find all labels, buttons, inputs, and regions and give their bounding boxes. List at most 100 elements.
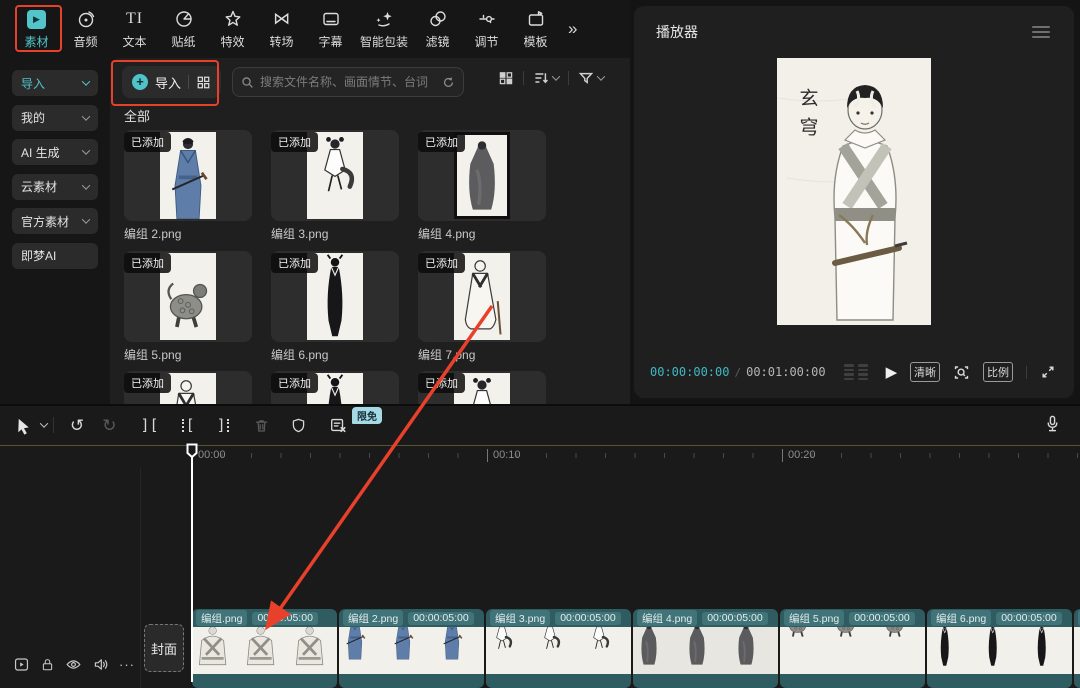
- limited-free-badge: 限免: [352, 407, 382, 424]
- speaker-icon[interactable]: [92, 656, 109, 673]
- timeline-clip[interactable]: 编组 4.png 00:00:05:00: [633, 609, 778, 688]
- media-play-icon: ▶: [27, 10, 46, 29]
- clip-name: 编组 6.png: [931, 610, 991, 626]
- effects-star-icon: [223, 9, 243, 30]
- clip-name: 编组 4.png: [637, 610, 697, 626]
- player-title: 播放器: [656, 22, 698, 42]
- timeline-clip[interactable]: 编组.png00:00:05:00: [192, 609, 337, 688]
- tab-filter[interactable]: 滤镜: [413, 9, 462, 50]
- sidebar-item-mine[interactable]: 我的: [12, 105, 98, 131]
- search-bar[interactable]: [232, 67, 464, 97]
- text-mute-icon[interactable]: [329, 416, 347, 434]
- ruler-label: 00:20: [782, 449, 816, 462]
- added-badge: 已添加: [124, 253, 171, 273]
- focus-zoom-icon[interactable]: [953, 364, 970, 381]
- chevron-down-icon: [82, 112, 90, 120]
- clip-duration: 00:00:05:00: [702, 612, 767, 625]
- microphone-icon[interactable]: [1043, 414, 1062, 433]
- search-icon: [241, 76, 254, 89]
- toolbar-more-icon[interactable]: »: [568, 19, 577, 39]
- media-card[interactable]: 已添加: [271, 251, 399, 342]
- split-keep-left-icon[interactable]: ]: [217, 416, 231, 434]
- added-badge: 已添加: [418, 253, 465, 273]
- material-library-icon[interactable]: [196, 75, 211, 90]
- more-options-icon[interactable]: ···: [119, 657, 135, 672]
- tab-smart-pack[interactable]: 智能包装: [355, 9, 413, 50]
- media-card[interactable]: 已添加: [124, 251, 252, 342]
- asset-workspace: ▶ 素材 音频 TI 文本 贴纸 特效 ⋈ 转场: [0, 0, 630, 404]
- mask-shield-icon[interactable]: [290, 417, 307, 434]
- tab-media[interactable]: ▶ 素材: [12, 9, 61, 50]
- added-badge: 已添加: [271, 373, 318, 393]
- tab-template[interactable]: 模板: [511, 9, 560, 50]
- added-badge: 已添加: [418, 132, 465, 152]
- sidebar-item-official-assets[interactable]: 官方素材: [12, 208, 98, 234]
- added-badge: 已添加: [271, 253, 318, 273]
- clip-name: 编组.png: [196, 610, 247, 626]
- grid-view-icon[interactable]: [498, 70, 514, 86]
- tab-audio[interactable]: 音频: [61, 9, 110, 50]
- timeline-clip[interactable]: 编组 7.png00:00:05:00: [1074, 609, 1080, 688]
- sidebar-item-cloud-assets[interactable]: 云素材: [12, 174, 98, 200]
- import-button[interactable]: + 导入: [122, 66, 221, 98]
- search-input[interactable]: [260, 75, 436, 89]
- view-controls: [498, 70, 604, 86]
- smart-pack-icon: [374, 9, 394, 30]
- fullscreen-icon[interactable]: [1040, 364, 1056, 380]
- app-window: ▶ 素材 音频 TI 文本 贴纸 特效 ⋈ 转场: [0, 0, 1080, 688]
- tab-captions[interactable]: 字幕: [306, 9, 355, 50]
- redo-button[interactable]: ↻: [102, 417, 116, 434]
- media-card[interactable]: 已添加: [418, 371, 546, 404]
- quality-button[interactable]: 清晰: [910, 362, 940, 382]
- tab-text[interactable]: TI 文本: [110, 9, 159, 50]
- plus-icon: +: [132, 74, 148, 90]
- chevron-down-icon: [597, 72, 605, 80]
- player-menu-icon[interactable]: [1032, 26, 1050, 38]
- ratio-button[interactable]: 比例: [983, 362, 1013, 382]
- media-card[interactable]: 已添加: [271, 371, 399, 404]
- split-keep-right-icon[interactable]: [: [181, 416, 195, 434]
- timeline-clip[interactable]: 编组 5.png 00:00:05:00: [780, 609, 925, 688]
- tab-effects[interactable]: 特效: [208, 9, 257, 50]
- clip-duration: 00:00:05:00: [849, 612, 914, 625]
- tab-sticker[interactable]: 贴纸: [159, 9, 208, 50]
- chevron-down-icon[interactable]: [40, 419, 48, 427]
- ruler-label: 00:10: [487, 449, 521, 462]
- clip-name: 编组 5.png: [784, 610, 844, 626]
- filter-control[interactable]: [578, 70, 604, 86]
- sticker-icon: [174, 9, 194, 30]
- media-card[interactable]: 已添加: [271, 130, 399, 221]
- media-card[interactable]: 已添加: [124, 371, 252, 404]
- delete-icon[interactable]: [253, 417, 270, 434]
- frame-preview-icon[interactable]: [844, 364, 868, 380]
- refresh-icon[interactable]: [442, 76, 455, 89]
- media-card[interactable]: 已添加: [418, 251, 546, 342]
- sidebar-item-jimeng-ai[interactable]: 即梦AI: [12, 243, 98, 269]
- sidebar-item-ai-generate[interactable]: AI 生成: [12, 139, 98, 165]
- media-card[interactable]: 已添加: [124, 130, 252, 221]
- track-header: ···: [0, 638, 135, 688]
- timeline-clip[interactable]: 编组 2.png00:00:05:00: [339, 609, 484, 688]
- chevron-down-icon: [82, 181, 90, 189]
- cover-button[interactable]: 封面: [144, 624, 184, 672]
- sort-control[interactable]: [533, 70, 559, 86]
- media-card[interactable]: 已添加: [418, 130, 546, 221]
- select-cursor-icon[interactable]: [14, 416, 33, 435]
- timeline-clip[interactable]: 编组 6.png00:00:05:00: [927, 609, 1072, 688]
- tab-transition[interactable]: ⋈ 转场: [257, 9, 306, 50]
- video-track-icon[interactable]: [13, 656, 30, 673]
- undo-button[interactable]: ↺: [70, 417, 84, 434]
- sidebar-item-import[interactable]: 导入: [12, 70, 98, 96]
- tab-adjust[interactable]: 调节: [462, 9, 511, 50]
- playhead-handle[interactable]: [186, 443, 198, 459]
- timeline-clip[interactable]: 编组 3.png00:00:05:00: [486, 609, 631, 688]
- timeline-ruler[interactable]: 00:00 00:10 00:20: [0, 446, 1080, 468]
- play-button[interactable]: ▶: [886, 363, 898, 381]
- added-badge: 已添加: [271, 132, 318, 152]
- eye-icon[interactable]: [65, 656, 82, 673]
- split-icon[interactable]: ][: [141, 416, 159, 434]
- lock-icon[interactable]: [40, 657, 55, 672]
- filter-rings-icon: [428, 9, 448, 30]
- current-time: 00:00:00:00: [650, 365, 729, 379]
- clip-thumbnails: [780, 627, 925, 674]
